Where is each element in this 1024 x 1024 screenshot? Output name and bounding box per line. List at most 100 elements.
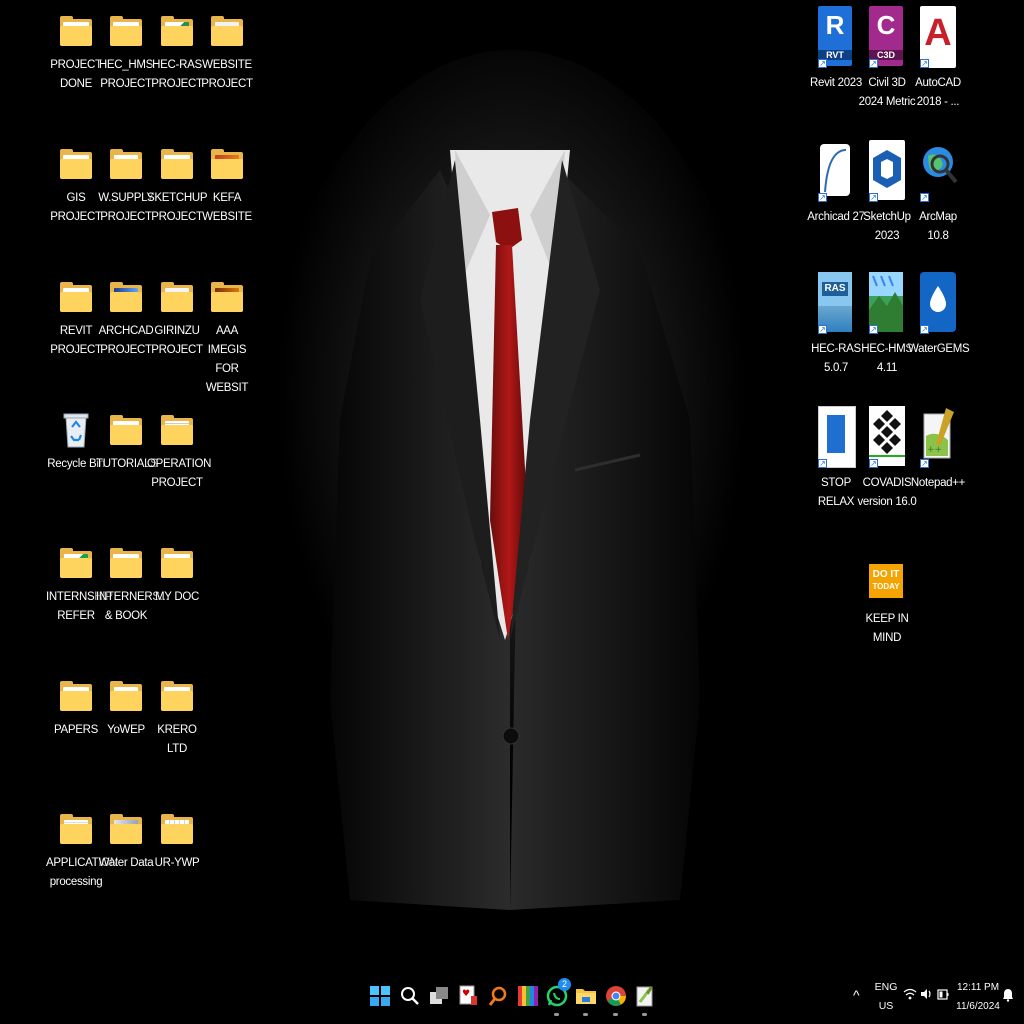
desktop-shortcut[interactable]: ↗ ArcMap 10.8 — [912, 140, 964, 246]
search-icon[interactable] — [398, 984, 422, 1008]
desktop-folder[interactable]: APPLICATION processing — [46, 812, 118, 892]
desktop-icon-label: ArcMap 10.8 — [919, 211, 957, 242]
shortcut-arrow-icon: ↗ — [869, 193, 878, 202]
magnifier-icon[interactable] — [486, 984, 510, 1008]
running-indicator — [583, 1013, 588, 1016]
svg-text:♥: ♥ — [462, 989, 470, 999]
desktop-folder[interactable]: REVIT PROJECT — [50, 280, 102, 360]
desktop-icon-label: WaterGEMS — [908, 343, 970, 355]
clock[interactable]: 12:11 PM 11/6/2024 — [955, 978, 1001, 1016]
notepadpp-icon: ++ ↗ — [920, 406, 956, 468]
revit-icon: R RVT ↗ — [818, 6, 854, 68]
notepadpp-taskbar-icon[interactable] — [633, 984, 657, 1016]
desktop-shortcut[interactable]: RAS ↗ HEC-RAS 5.0.7 — [810, 272, 862, 378]
file-explorer-icon[interactable] — [574, 984, 598, 1016]
show-hidden-icons-chevron-icon[interactable]: ^ — [853, 986, 860, 1005]
shortcut-arrow-icon: ↗ — [920, 325, 929, 334]
shortcut-arrow-icon: ↗ — [869, 59, 878, 68]
desktop-shortcut[interactable]: ↗ STOP RELAX — [810, 406, 862, 512]
wifi-icon[interactable] — [903, 987, 917, 1001]
folder-icon — [160, 280, 194, 314]
whatsapp-icon[interactable]: 2 — [545, 978, 571, 1016]
stop-relax-icon: ↗ — [818, 406, 856, 468]
battery-icon[interactable] — [936, 987, 950, 1001]
hec-ras-icon: RAS ↗ — [818, 272, 854, 334]
shortcut-arrow-icon: ↗ — [818, 59, 827, 68]
desktop-shortcut[interactable]: ↗ SketchUp 2023 — [861, 140, 913, 246]
desktop-shortcut[interactable]: A ↗ AutoCAD 2018 - ... — [912, 6, 964, 112]
folder-icon — [210, 280, 244, 314]
watergems-icon: ↗ — [920, 272, 956, 334]
desktop-folder[interactable]: INTERNERS... & BOOK — [96, 546, 169, 626]
folder-icon — [59, 14, 93, 48]
desktop-folder[interactable]: AAA IMEGIS FOR WEBSIT — [201, 280, 253, 398]
language-indicator[interactable]: ENG US — [872, 978, 900, 1016]
folder-icon — [59, 812, 93, 846]
civil3d-icon: C C3D ↗ — [869, 6, 905, 68]
svg-text:++: ++ — [927, 445, 942, 455]
volume-icon[interactable] — [919, 987, 933, 1001]
solitaire-icon[interactable]: ♥ — [457, 984, 481, 1008]
desktop-folder[interactable]: ARCHCAD PROJECT — [99, 280, 154, 360]
desktop-icon-label: Notepad++ — [910, 477, 966, 489]
desktop-icon-label: KEEP IN MIND — [865, 613, 909, 644]
clock-time: 12:11 PM — [956, 982, 1000, 993]
desktop-folder[interactable]: SKETCHUP PROJECT — [147, 147, 208, 227]
desktop-folder[interactable]: MY DOC — [151, 546, 203, 607]
desktop-shortcut[interactable]: ↗ Archicad 27 — [807, 140, 865, 227]
shortcut-arrow-icon: ↗ — [920, 59, 929, 68]
desktop-shortcut[interactable]: DO IT TODAY KEEP IN MIND — [861, 564, 913, 648]
desktop-shortcut[interactable]: R RVT ↗ Revit 2023 — [810, 6, 862, 93]
desktop-folder[interactable]: OPERATION PROJECT — [147, 413, 211, 493]
folder-icon — [160, 147, 194, 181]
desktop-folder[interactable]: W.SUPPLY PROJECT — [98, 147, 154, 227]
folder-icon — [109, 812, 143, 846]
desktop-folder[interactable]: KEFA WEBSITE — [201, 147, 253, 227]
shortcut-arrow-icon: ↗ — [920, 459, 929, 468]
shortcut-arrow-icon: ↗ — [818, 193, 827, 202]
folder-icon — [109, 679, 143, 713]
desktop-icon-label: WEBSITE PROJECT — [201, 59, 253, 90]
desktop-folder[interactable]: YoWEP — [100, 679, 152, 740]
desktop-icon-label: KRERO LTD — [157, 724, 197, 755]
desktop-folder[interactable]: GIRINZU PROJECT — [151, 280, 203, 360]
desktop-folder[interactable]: WEBSITE PROJECT — [201, 14, 253, 94]
shortcut-arrow-icon: ↗ — [818, 325, 827, 334]
start-icon[interactable] — [368, 984, 392, 1008]
hec-hms-icon: ↗ — [869, 272, 905, 334]
language-bottom: US — [878, 1000, 894, 1012]
colorful-app-icon[interactable] — [516, 984, 540, 1008]
desktop-folder[interactable]: UR-YWP — [151, 812, 203, 873]
shortcut-arrow-icon: ↗ — [818, 459, 827, 468]
task-view-icon[interactable] — [427, 984, 451, 1008]
folder-icon — [160, 14, 194, 48]
desktop-folder[interactable]: INTERNSHIP REFER — [46, 546, 113, 626]
desktop-shortcut[interactable]: ↗ COVADIS version 16.0 — [857, 406, 917, 512]
running-indicator — [613, 1013, 618, 1016]
do-it-today-icon: DO IT TODAY — [869, 564, 905, 598]
folder-icon — [160, 546, 194, 580]
desktop-folder[interactable]: PAPERS — [50, 679, 102, 740]
folder-icon — [109, 546, 143, 580]
desktop-folder[interactable]: KRERO LTD — [151, 679, 203, 759]
desktop-folder[interactable]: Water Data — [99, 812, 154, 873]
recycle-bin-shortcut[interactable]: Recycle Bin — [47, 413, 105, 474]
whatsapp-badge: 2 — [558, 978, 571, 991]
running-indicator — [554, 1013, 559, 1016]
desktop-folder[interactable]: TUTORIALS — [96, 413, 158, 474]
desktop-folder[interactable]: HEC-RAS PROJECT — [151, 14, 203, 94]
desktop-shortcut[interactable]: ++ ↗ Notepad++ — [911, 406, 965, 493]
chrome-icon[interactable] — [604, 984, 628, 1016]
desktop-folder[interactable]: HEC_HMS PROJECT — [99, 14, 153, 94]
notifications-icon[interactable] — [1002, 988, 1014, 1002]
desktop-shortcut[interactable]: ↗ HEC-HMS 4.11 — [861, 272, 913, 378]
autocad-icon: A ↗ — [920, 6, 956, 68]
archicad-icon: ↗ — [818, 140, 854, 202]
recycle-bin-icon — [59, 413, 93, 448]
folder-icon — [210, 14, 244, 48]
desktop-shortcut[interactable]: C C3D ↗ Civil 3D 2024 Metric — [859, 6, 916, 112]
desktop-icon-label: OPERATION PROJECT — [147, 458, 212, 489]
desktop-shortcut[interactable]: ↗ WaterGEMS — [908, 272, 970, 359]
desktop-folder[interactable]: GIS PROJECT — [50, 147, 102, 227]
desktop-folder[interactable]: PROJECT DONE — [50, 14, 102, 94]
